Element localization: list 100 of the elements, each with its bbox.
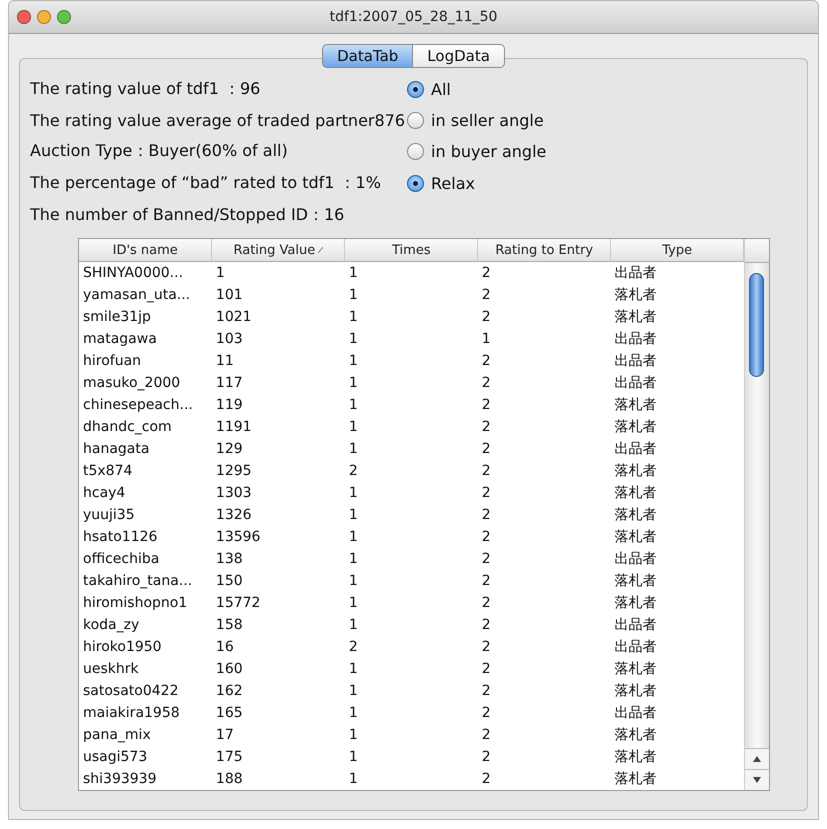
tab[interactable]: LogData (413, 44, 505, 68)
table-cell-text: 落札者 (614, 418, 658, 437)
column-header[interactable]: Rating to Entry (478, 239, 611, 262)
table-cell-text: 出品者 (614, 352, 658, 371)
table-cell-text: 2 (480, 770, 492, 789)
tab[interactable]: DataTab (322, 44, 414, 68)
radio-button[interactable] (407, 175, 424, 192)
scroll-up-icon[interactable] (745, 748, 769, 769)
table-cell-text: 2 (480, 616, 492, 635)
table-cell-text: 188 (214, 770, 244, 789)
table-cell-text: 2 (480, 374, 492, 393)
radio-button[interactable] (407, 81, 424, 98)
table-cell-text: 16 (214, 638, 235, 657)
scrollbar[interactable] (745, 263, 769, 748)
radio-button[interactable] (407, 112, 424, 129)
table-cell-text: 1 (348, 374, 359, 393)
table-cell: 1 (344, 262, 478, 284)
table-cell-text: 2 (480, 528, 492, 547)
table-cell-text: usagi573 (82, 748, 148, 767)
table-cell-text: 1 (348, 616, 359, 635)
table-cell-text: 出品者 (614, 440, 658, 459)
window-control-icon[interactable] (37, 10, 51, 24)
table-cell-text: 1 (480, 330, 492, 349)
table-cell-text: 落札者 (614, 528, 658, 547)
window-control-icon[interactable] (57, 10, 71, 24)
radio-label: in seller angle (431, 111, 544, 130)
radio-label: in buyer angle (431, 142, 546, 161)
table-cell-text: 落札者 (614, 594, 658, 613)
table-cell: 出品者 (610, 262, 744, 284)
table-cell-text: 1295 (214, 462, 253, 481)
table-cell-text: 175 (214, 748, 244, 767)
column-header[interactable]: ID's name (79, 239, 212, 262)
column-header[interactable]: Times (344, 239, 478, 262)
table-cell-text: 2 (480, 704, 492, 723)
table-cell-text: 落札者 (614, 484, 658, 503)
table-cell-text: 1 (348, 396, 359, 415)
table-cell-text: 出品者 (614, 704, 658, 723)
scroll-thumb[interactable] (749, 273, 764, 377)
table-cell-text: yamasan_uta... (82, 286, 192, 305)
table-cell-text: ueskhrk (82, 660, 140, 679)
table-cell-text: 1 (348, 528, 359, 547)
column-header[interactable]: Type (610, 239, 744, 262)
table-cell-text: hiromishopno1 (82, 594, 188, 613)
header-corner (745, 239, 769, 263)
table-cell-text: 1 (348, 308, 359, 327)
info-text: Auction Type：Buyer(60% of all) (30, 141, 289, 162)
window-control-icon[interactable] (17, 10, 31, 24)
table-cell-text: 1 (348, 770, 359, 789)
table-cell-text: 1326 (214, 506, 253, 525)
table-cell-text: 2 (480, 550, 492, 569)
table-cell-text: 2 (480, 462, 492, 481)
table-cell-text: t5x874 (82, 462, 134, 481)
table-cell-text: 落札者 (614, 726, 658, 745)
table-cell-text: 落札者 (614, 506, 658, 525)
table-cell-text: 1 (348, 506, 359, 525)
info-text: The rating value of tdf1 ：96 (30, 79, 262, 100)
table-cell-text: 119 (214, 396, 244, 415)
table-cell-text: hcay4 (82, 484, 126, 503)
table-cell-text: 出品者 (614, 550, 658, 569)
table-cell-text: 落札者 (614, 396, 658, 415)
table-cell-text: 11 (214, 352, 235, 371)
table-cell-text: 1 (348, 572, 359, 591)
table-cell-text: 1 (348, 418, 359, 437)
radio-button[interactable] (407, 143, 424, 160)
table-cell-text: 13596 (214, 528, 262, 547)
table-cell-text: 2 (480, 660, 492, 679)
table-cell-text: takahiro_tana... (82, 572, 194, 591)
table-cell-text: 落札者 (614, 660, 658, 679)
table-cell-text: 出品者 (614, 374, 658, 393)
table-cell-text: hanagata (82, 440, 150, 459)
table-cell-text: 2 (480, 638, 492, 657)
column-header[interactable]: Rating Value (212, 239, 345, 262)
table-cell-text: maiakira1958 (82, 704, 181, 723)
info-text: The rating value average of traded partner876 (30, 111, 406, 130)
table-cell-text: 2 (348, 638, 359, 657)
table-cell-text: smile31jp (82, 308, 152, 327)
window-title: tdf1:2007_05_28_11_50 (330, 9, 498, 25)
table-cell-text: 2 (480, 594, 492, 613)
table-cell-text: 1 (348, 726, 359, 745)
table-cell: 1 (212, 262, 345, 284)
table-cell-text: 2 (480, 484, 492, 503)
table-cell-text: 2 (348, 462, 359, 481)
table-cell-text: 2 (480, 418, 492, 437)
table-cell-text: 2 (480, 396, 492, 415)
table-cell-text: 1 (348, 330, 359, 349)
scroll-down-icon[interactable] (745, 769, 769, 790)
table-cell-text: 1191 (214, 418, 253, 437)
table-cell-text: 2 (480, 572, 492, 591)
table-cell-text: 1 (348, 748, 359, 767)
table-cell-text: 出品者 (614, 616, 658, 635)
table-cell: 2 (478, 262, 611, 284)
table-cell-text: 落札者 (614, 572, 658, 591)
table-cell-text: 129 (214, 440, 244, 459)
table-cell-text: 117 (214, 374, 244, 393)
table-cell-text: 165 (214, 704, 244, 723)
table-cell-text: 落札者 (614, 748, 658, 767)
table-cell-text: 158 (214, 616, 244, 635)
table-cell-text: 落札者 (614, 682, 658, 701)
table-cell-text: 出品者 (614, 638, 658, 657)
table-cell-text: 1 (348, 484, 359, 503)
